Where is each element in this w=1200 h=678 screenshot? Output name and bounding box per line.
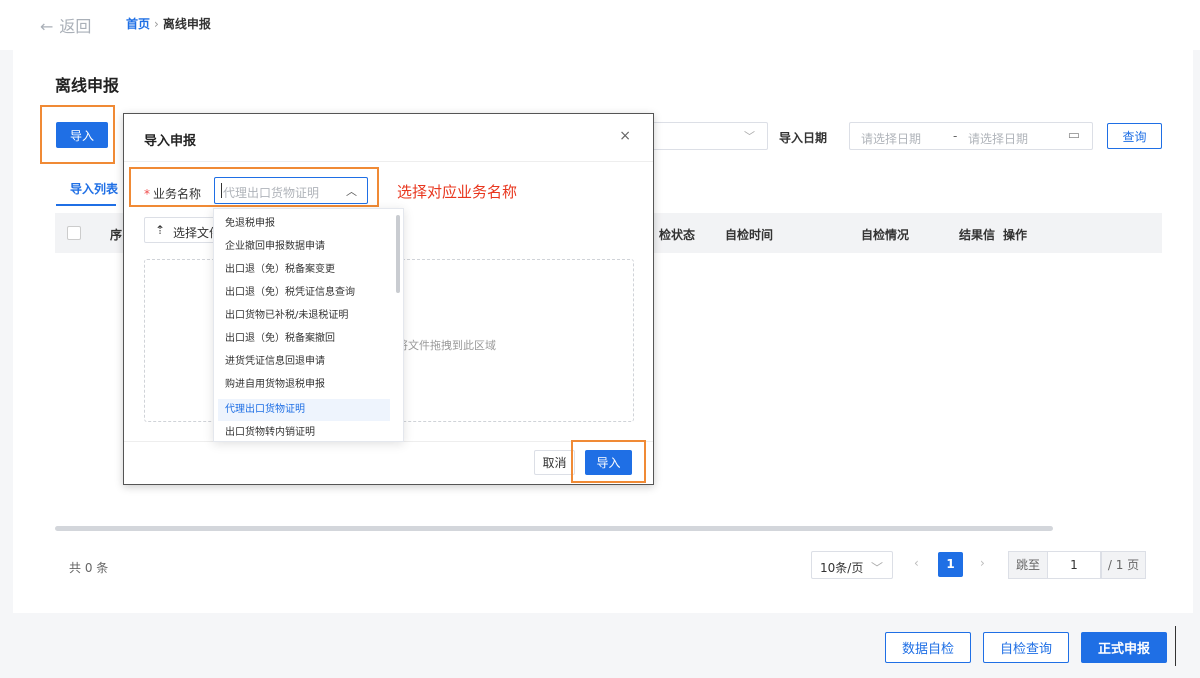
col-header-index: 序 xyxy=(110,228,123,242)
query-button[interactable]: 查询 xyxy=(1107,123,1162,149)
calendar-icon: ▭ xyxy=(1067,128,1080,143)
page-title: 离线申报 xyxy=(55,76,120,95)
self-check-query-button[interactable]: 自检查询 xyxy=(983,632,1069,663)
top-bar: ← 返回 首页 › 离线申报 xyxy=(0,0,1200,50)
date-range-picker[interactable]: 请选择日期 - 请选择日期 ▭ xyxy=(849,122,1093,150)
col-header-result-info: 结果信 xyxy=(959,228,996,242)
next-page-button[interactable]: › xyxy=(980,556,985,570)
dropdown-option-selected[interactable]: 代理出口货物证明 xyxy=(218,399,390,421)
back-button[interactable]: ← 返回 xyxy=(40,13,91,37)
upload-icon: ⇡ xyxy=(155,223,166,237)
dropdown-scrollbar[interactable] xyxy=(396,215,400,293)
col-header-check-result: 自检情况 xyxy=(861,228,910,242)
divider xyxy=(124,161,653,162)
col-header-check-time: 自检时间 xyxy=(725,228,774,242)
choose-file-button[interactable]: ⇡ 选择文件 xyxy=(144,217,224,243)
import-date-label: 导入日期 xyxy=(779,131,828,145)
dropdown-option[interactable]: 购进自用货物退税申报 xyxy=(218,374,390,396)
page-size-value: 10条/页 xyxy=(820,561,864,575)
date-separator: - xyxy=(953,129,958,143)
breadcrumb-chevron-icon: › xyxy=(154,17,159,31)
dropdown-option[interactable]: 出口退（免）税备案变更 xyxy=(218,259,390,281)
jump-to-label: 跳至 xyxy=(1008,551,1048,579)
select-all-checkbox[interactable] xyxy=(67,226,81,240)
total-pages: / 1 页 xyxy=(1101,551,1146,579)
date-end-input[interactable]: 请选择日期 xyxy=(968,130,1028,147)
drop-zone-hint: 将文件拖拽到此区域 xyxy=(397,339,496,352)
page-size-select[interactable]: 10条/页 ﹀ xyxy=(811,551,893,579)
breadcrumb: 首页 › 离线申报 xyxy=(126,15,211,32)
chevron-down-icon: ﹀ xyxy=(870,561,883,575)
highlight-confirm-import xyxy=(571,440,646,483)
page-1-button[interactable]: 1 xyxy=(938,552,963,577)
business-name-dropdown: 免退税申报 企业撤回申报数据申请 出口退（免）税备案变更 出口退（免）税凭证信息… xyxy=(213,208,404,442)
col-header-check-status: 检状态 xyxy=(659,228,696,242)
highlight-import-button xyxy=(40,105,115,164)
col-header-actions: 操作 xyxy=(1003,228,1028,242)
dropdown-option[interactable]: 免退税申报 xyxy=(218,213,390,235)
chevron-down-icon: ﹀ xyxy=(744,130,755,143)
filter-select[interactable]: ﹀ xyxy=(653,122,768,150)
prev-page-button[interactable]: ‹ xyxy=(914,556,919,570)
dropdown-option[interactable]: 企业撤回申报数据申请 xyxy=(218,236,390,258)
tab-active-indicator xyxy=(56,204,116,206)
date-start-input[interactable]: 请选择日期 xyxy=(861,130,921,147)
dropdown-option[interactable]: 出口货物转内销证明 xyxy=(218,422,390,441)
formal-submit-button[interactable]: 正式申报 xyxy=(1081,632,1167,663)
dropdown-option[interactable]: 出口货物已补税/未退税证明 xyxy=(218,305,390,327)
divider xyxy=(1175,626,1176,666)
total-count: 共 0 条 xyxy=(69,561,109,575)
close-icon[interactable]: × xyxy=(619,128,631,144)
highlight-business-name xyxy=(129,167,379,207)
back-arrow-icon: ← xyxy=(40,17,54,36)
dropdown-option[interactable]: 出口退（免）税备案撤回 xyxy=(218,328,390,350)
jump-to-input[interactable]: 1 xyxy=(1047,551,1101,579)
data-self-check-button[interactable]: 数据自检 xyxy=(885,632,971,663)
back-label: 返回 xyxy=(59,17,92,36)
breadcrumb-home[interactable]: 首页 xyxy=(126,17,150,31)
breadcrumb-current: 离线申报 xyxy=(162,17,211,31)
tab-import-list[interactable]: 导入列表 xyxy=(70,180,118,197)
dropdown-option[interactable]: 进货凭证信息回退申请 xyxy=(218,351,390,373)
cancel-button[interactable]: 取消 xyxy=(534,450,575,475)
annotation-text: 选择对应业务名称 xyxy=(397,183,518,201)
dropdown-option[interactable]: 出口退（免）税凭证信息查询 xyxy=(218,282,390,304)
horizontal-scrollbar[interactable] xyxy=(55,526,1053,531)
dialog-title: 导入申报 xyxy=(144,134,197,149)
